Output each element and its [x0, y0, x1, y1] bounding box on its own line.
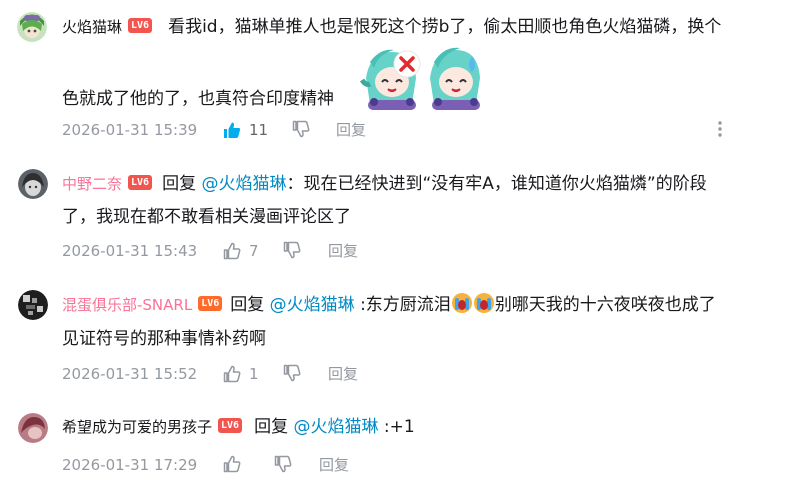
level-badge: LV6: [128, 174, 153, 190]
comment-text: 看我id，猫琳单推人也是恨死这个捞b了，偷太田顺也角色火焰猫磷，换个: [168, 17, 722, 37]
comment-4: 希望成为可爱的男孩子 LV6 回复 @火焰猫琳 :+1 2026-01-31 17:…: [0, 400, 800, 501]
comment-text-line2: 见证符号的那种事情补药啊: [62, 329, 266, 349]
reply-button[interactable]: 回复: [336, 119, 366, 141]
level-badge: LV6: [128, 17, 153, 33]
comment-meta: 2026-01-31 15:39 11 回复: [62, 119, 782, 141]
mention-link[interactable]: @火焰猫琳: [201, 174, 286, 194]
sticker-image: [359, 44, 490, 112]
username[interactable]: 希望成为可爱的男孩子: [62, 418, 212, 436]
reply-prefix: 回复: [254, 417, 289, 437]
like-button[interactable]: 1: [222, 363, 259, 385]
timestamp: 2026-01-31 15:39: [62, 121, 198, 139]
comment-text: :东方厨流泪: [360, 295, 451, 315]
crying-emoji-icon: [473, 292, 495, 314]
avatar[interactable]: [18, 169, 48, 199]
timestamp: 2026-01-31 15:52: [62, 365, 198, 383]
like-count: 7: [249, 242, 259, 260]
avatar[interactable]: [18, 290, 48, 320]
like-count: 11: [249, 121, 269, 139]
dislike-button[interactable]: [273, 454, 293, 474]
dislike-button[interactable]: [282, 240, 302, 260]
comment-1: 火焰猫琳 LV6 看我id，猫琳单推人也是恨死这个捞b了，偷太田顺也角色火焰猫磷，换…: [0, 0, 800, 150]
mention-link[interactable]: @火焰猫琳: [270, 295, 355, 315]
comment-text: :+1: [383, 417, 415, 437]
username[interactable]: 混蛋俱乐部-SNARL: [62, 296, 192, 314]
comment-text-line2: 色就成了他的了，也真符合印度精神: [62, 89, 334, 109]
comment-2: 中野二奈 LV6 回复 @火焰猫琳：现在已经快进到“没有牢A，谁知道你火焰猫燐”的阶…: [0, 160, 800, 270]
like-icon: [222, 364, 242, 384]
dislike-button[interactable]: [282, 363, 302, 383]
like-button[interactable]: 11: [222, 119, 268, 141]
comment-text-cont: 别哪天我的十六夜咲夜也成了: [494, 295, 716, 315]
reply-prefix: 回复: [230, 295, 265, 315]
username[interactable]: 中野二奈: [62, 175, 122, 193]
reply-button[interactable]: 回复: [328, 363, 358, 385]
username[interactable]: 火焰猫琳: [62, 18, 122, 36]
mention-link[interactable]: @火焰猫琳: [293, 417, 378, 437]
dislike-icon: [282, 240, 302, 260]
comment-meta: 2026-01-31 17:29 回复: [62, 454, 462, 476]
reply-button[interactable]: 回复: [328, 240, 358, 262]
comment-3: 混蛋俱乐部-SNARL LV6 回复 @火焰猫琳 :东方厨流泪 别哪天我的十六夜咲夜也…: [0, 280, 800, 390]
crying-emoji-icon: [451, 292, 473, 314]
comment-text-line2: 了，我现在都不敢看相关漫画评论区了: [62, 207, 351, 227]
reply-button[interactable]: 回复: [319, 454, 349, 476]
like-count: 1: [249, 365, 259, 383]
comment-meta: 2026-01-31 15:43 7 回复: [62, 240, 462, 262]
avatar[interactable]: [17, 12, 47, 42]
like-icon: [222, 241, 242, 261]
like-icon: [222, 120, 242, 140]
comment-meta: 2026-01-31 15:52 1 回复: [62, 363, 462, 385]
dislike-icon: [273, 454, 293, 474]
avatar[interactable]: [18, 413, 48, 443]
dislike-icon: [282, 363, 302, 383]
comment-text: ：现在已经快进到“没有牢A，谁知道你火焰猫燐”的阶段: [286, 174, 707, 194]
level-badge: LV6: [198, 295, 223, 311]
reply-prefix: 回复: [162, 174, 197, 194]
more-icon[interactable]: [712, 119, 728, 139]
like-button[interactable]: [222, 454, 242, 474]
dislike-icon: [291, 119, 311, 139]
like-icon: [222, 454, 242, 474]
timestamp: 2026-01-31 15:43: [62, 242, 198, 260]
level-badge: LV6: [218, 417, 243, 433]
dislike-button[interactable]: [291, 119, 311, 139]
like-button[interactable]: 7: [222, 240, 259, 262]
timestamp: 2026-01-31 17:29: [62, 456, 198, 474]
